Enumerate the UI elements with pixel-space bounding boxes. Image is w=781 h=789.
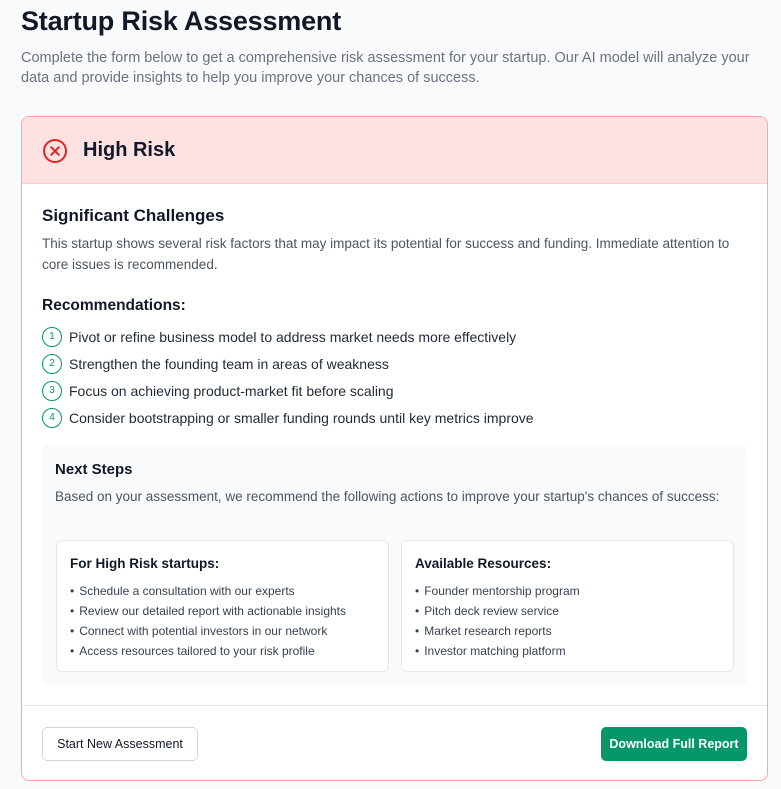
list-item: Investor matching platform xyxy=(415,641,580,661)
recommendation-item: 1 Pivot or refine business model to addr… xyxy=(42,323,742,350)
resources-list: Founder mentorship program Pitch deck re… xyxy=(415,581,580,661)
next-steps-description: Based on your assessment, we recommend t… xyxy=(55,489,720,504)
resources-card: Available Resources: Founder mentorship … xyxy=(401,540,734,672)
recommendation-item: 4 Consider bootstrapping or smaller fund… xyxy=(42,404,742,431)
start-new-assessment-button[interactable]: Start New Assessment xyxy=(42,727,198,761)
recommendation-text: Pivot or refine business model to addres… xyxy=(69,328,517,345)
number-badge: 3 xyxy=(42,380,62,401)
resources-title: Available Resources: xyxy=(415,556,552,571)
recommendation-text: Strengthen the founding team in areas of… xyxy=(69,355,389,372)
high-risk-actions-card: For High Risk startups: Schedule a consu… xyxy=(56,540,389,672)
download-full-report-button[interactable]: Download Full Report xyxy=(601,727,747,761)
page-subtitle: Complete the form below to get a compreh… xyxy=(21,50,750,86)
challenge-title: Significant Challenges xyxy=(42,206,225,225)
number-badge: 1 xyxy=(42,326,62,347)
list-item: Founder mentorship program xyxy=(415,581,579,601)
list-item: Market research reports xyxy=(415,621,580,641)
number-badge: 2 xyxy=(42,353,62,374)
challenge-description: This startup shows several risk factors … xyxy=(42,236,730,272)
x-circle-icon xyxy=(43,139,67,163)
number-badge: 4 xyxy=(42,407,62,428)
list-item: Schedule a consultation with our experts xyxy=(70,581,346,601)
page: Startup Risk Assessment Complete the for… xyxy=(0,0,781,789)
recommendation-text: Focus on achieving product-market fit be… xyxy=(69,382,394,399)
assessment-result-card: High Risk Significant Challenges This st… xyxy=(21,116,768,781)
high-risk-actions-title: For High Risk startups: xyxy=(70,556,220,571)
recommendations-list: 1 Pivot or refine business model to addr… xyxy=(42,323,742,431)
recommendation-item: 2 Strengthen the founding team in areas … xyxy=(42,350,742,377)
page-title: Startup Risk Assessment xyxy=(21,6,342,36)
list-item: Review our detailed report with actionab… xyxy=(70,601,346,621)
next-steps-title: Next Steps xyxy=(55,461,133,478)
next-steps-panel: Next Steps Based on your assessment, we … xyxy=(42,445,747,685)
list-item: Connect with potential investors in our … xyxy=(70,621,346,641)
risk-header: High Risk xyxy=(22,117,767,184)
risk-level: High Risk xyxy=(83,139,176,161)
list-item: Access resources tailored to your risk p… xyxy=(70,641,346,661)
recommendations-title: Recommendations: xyxy=(42,297,186,314)
list-item: Pitch deck review service xyxy=(415,601,580,621)
recommendation-item: 3 Focus on achieving product-market fit … xyxy=(42,377,742,404)
card-footer: Start New Assessment Download Full Repor… xyxy=(22,705,767,780)
recommendation-text: Consider bootstrapping or smaller fundin… xyxy=(69,409,534,426)
high-risk-actions-list: Schedule a consultation with our experts… xyxy=(70,581,346,661)
